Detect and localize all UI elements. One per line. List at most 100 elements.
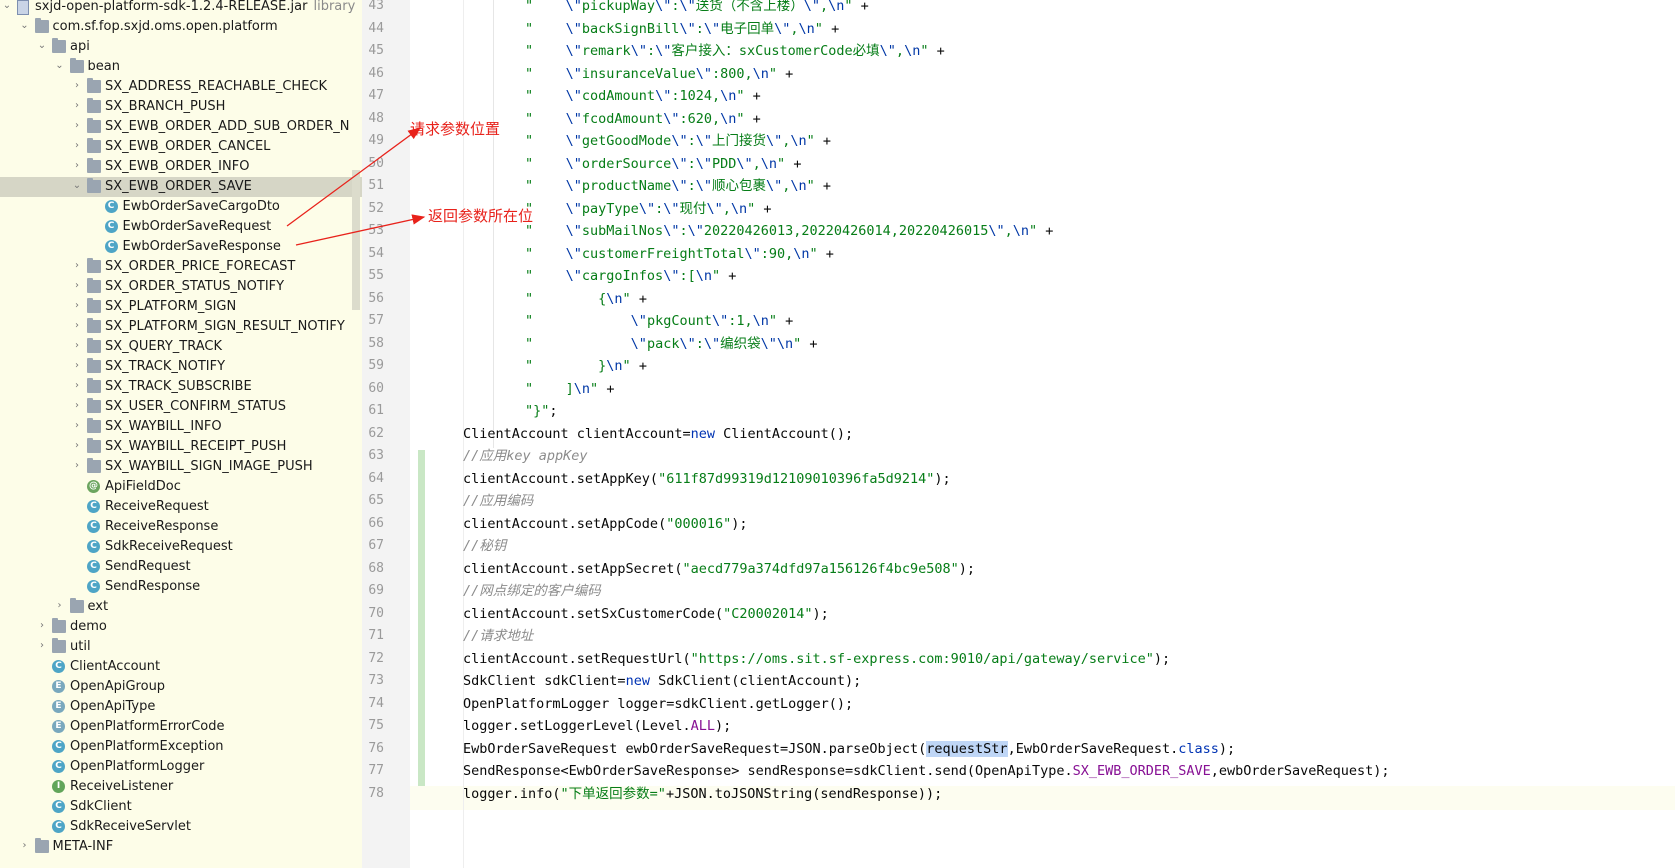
tree-row[interactable]: C EwbOrderSaveCargoDto (0, 197, 362, 217)
tree-row[interactable]: C SdkReceiveRequest (0, 537, 362, 557)
tree-row[interactable]: C SendResponse (0, 577, 362, 597)
tree-row[interactable]: C EwbOrderSaveRequest (0, 217, 362, 237)
code-line[interactable]: clientAccount.setAppCode("000016"); (463, 514, 748, 534)
tree-row[interactable]: C EwbOrderSaveResponse (0, 237, 362, 257)
code-line[interactable]: " \"pickupWay\":\"送货（不含上楼）\",\n" + (525, 0, 869, 16)
tree-row[interactable]: › SX_BRANCH_PUSH (0, 97, 362, 117)
chevron-right-icon[interactable]: › (71, 320, 83, 332)
tree-row[interactable]: ⌄ com.sf.fop.sxjd.oms.open.platform (0, 17, 362, 37)
tree-row[interactable]: C OpenPlatformLogger (0, 757, 362, 777)
chevron-right-icon[interactable]: › (71, 340, 83, 352)
tree-row[interactable]: C SdkReceiveServlet (0, 817, 362, 837)
tree-row[interactable]: › SX_EWB_ORDER_CANCEL (0, 137, 362, 157)
tree-row[interactable]: ⌄ sxjd-open-platform-sdk-1.2.4-RELEASE.ja… (0, 0, 362, 17)
tree-row[interactable]: C ReceiveResponse (0, 517, 362, 537)
tree-row[interactable]: I ReceiveListener (0, 777, 362, 797)
tree-row[interactable]: @ ApiFieldDoc (0, 477, 362, 497)
code-line[interactable]: clientAccount.setAppSecret("aecd779a374d… (463, 559, 975, 579)
tree-row[interactable]: › SX_PLATFORM_SIGN (0, 297, 362, 317)
tree-row[interactable]: C ClientAccount (0, 657, 362, 677)
tree-row[interactable]: › SX_ADDRESS_REACHABLE_CHECK (0, 77, 362, 97)
code-line[interactable]: " \"productName\":\"顺心包裹\",\n" + (525, 176, 831, 196)
code-line[interactable]: " \"pack\":\"编织袋\"\n" + (525, 334, 818, 354)
chevron-right-icon[interactable]: › (54, 600, 66, 612)
tree-row[interactable]: E OpenApiGroup (0, 677, 362, 697)
chevron-down-icon[interactable]: ⌄ (36, 40, 48, 52)
tree-row[interactable]: › SX_ORDER_PRICE_FORECAST (0, 257, 362, 277)
chevron-right-icon[interactable]: › (71, 440, 83, 452)
tree-row[interactable]: › SX_WAYBILL_INFO (0, 417, 362, 437)
chevron-right-icon[interactable]: › (71, 120, 83, 132)
chevron-right-icon[interactable]: › (71, 420, 83, 432)
chevron-right-icon[interactable]: › (36, 620, 48, 632)
code-line[interactable]: //秘钥 (463, 536, 506, 556)
code-line[interactable]: " \"fcodAmount\":620,\n" + (525, 109, 761, 129)
code-line[interactable]: " \"remark\":\"客户接入：sxCustomerCode必填\",\… (525, 41, 945, 61)
tree-row[interactable]: E OpenApiType (0, 697, 362, 717)
tree-row[interactable]: › META-INF (0, 837, 362, 857)
code-line[interactable]: " {\n" + (525, 289, 647, 309)
tree-row[interactable]: › util (0, 637, 362, 657)
code-line[interactable]: " \"cargoInfos\":[\n" + (525, 266, 736, 286)
chevron-right-icon[interactable]: › (71, 380, 83, 392)
tree-row[interactable]: C OpenPlatformException (0, 737, 362, 757)
tree-row[interactable]: › SX_EWB_ORDER_INFO (0, 157, 362, 177)
code-line[interactable]: " \"getGoodMode\":\"上门接货\",\n" + (525, 131, 831, 151)
code-line[interactable]: " \"codAmount\":1024,\n" + (525, 86, 761, 106)
code-line[interactable]: " \"backSignBill\":\"电子回单\",\n" + (525, 19, 839, 39)
tree-row[interactable]: › SX_WAYBILL_RECEIPT_PUSH (0, 437, 362, 457)
chevron-right-icon[interactable]: › (71, 280, 83, 292)
chevron-right-icon[interactable]: › (71, 260, 83, 272)
chevron-down-icon[interactable]: ⌄ (71, 180, 83, 192)
code-editor[interactable]: " \"pickupWay\":\"送货（不含上楼）\",\n" + " \"ba… (430, 0, 1675, 868)
tree-row[interactable]: › SX_PLATFORM_SIGN_RESULT_NOTIFY (0, 317, 362, 337)
code-line[interactable]: SdkClient sdkClient=new SdkClient(client… (463, 671, 861, 691)
tree-row[interactable]: › SX_WAYBILL_SIGN_IMAGE_PUSH (0, 457, 362, 477)
code-line[interactable]: logger.setLoggerLevel(Level.ALL); (463, 716, 731, 736)
chevron-right-icon[interactable]: › (71, 80, 83, 92)
code-line[interactable]: //应用key appKey (463, 446, 588, 466)
tree-row[interactable]: ⌄ api (0, 37, 362, 57)
tree-scrollbar[interactable] (352, 170, 360, 310)
code-line[interactable]: OpenPlatformLogger logger=sdkClient.getL… (463, 694, 853, 714)
chevron-right-icon[interactable]: › (19, 840, 31, 852)
code-line[interactable]: logger.info("下单返回参数="+JSON.toJSONString(… (463, 784, 942, 804)
tree-row[interactable]: › SX_QUERY_TRACK (0, 337, 362, 357)
chevron-right-icon[interactable]: › (36, 640, 48, 652)
tree-row[interactable]: › SX_USER_CONFIRM_STATUS (0, 397, 362, 417)
tree-row[interactable]: › SX_ORDER_STATUS_NOTIFY (0, 277, 362, 297)
code-line[interactable]: " \"customerFreightTotal\":90,\n" + (525, 244, 834, 264)
code-line[interactable]: clientAccount.setRequestUrl("https://oms… (463, 649, 1170, 669)
code-line[interactable]: " \"subMailNos\":\"20220426013,202204260… (525, 221, 1053, 241)
code-line[interactable]: " \"payType\":\"现付\",\n" + (525, 199, 772, 219)
code-line[interactable]: //应用编码 (463, 491, 533, 511)
code-line[interactable]: //网点绑定的客户编码 (463, 581, 601, 601)
tree-row[interactable]: ⌄ bean (0, 57, 362, 77)
tree-row[interactable]: › demo (0, 617, 362, 637)
tree-row[interactable]: › SX_TRACK_NOTIFY (0, 357, 362, 377)
tree-row[interactable]: C SendRequest (0, 557, 362, 577)
code-line[interactable]: clientAccount.setAppKey("611f87d99319d12… (463, 469, 951, 489)
tree-row[interactable]: E OpenPlatformErrorCode (0, 717, 362, 737)
chevron-right-icon[interactable]: › (71, 140, 83, 152)
chevron-right-icon[interactable]: › (71, 100, 83, 112)
code-line[interactable]: " \"pkgCount\":1,\n" + (525, 311, 793, 331)
chevron-right-icon[interactable]: › (71, 400, 83, 412)
code-line[interactable]: " }\n" + (525, 356, 647, 376)
code-line[interactable]: ClientAccount clientAccount=new ClientAc… (463, 424, 853, 444)
tree-row[interactable]: C ReceiveRequest (0, 497, 362, 517)
chevron-down-icon[interactable]: ⌄ (19, 20, 31, 32)
tree-row[interactable]: › SX_EWB_ORDER_ADD_SUB_ORDER_N (0, 117, 362, 137)
code-line[interactable]: //请求地址 (463, 626, 533, 646)
code-line[interactable]: " \"insuranceValue\":800,\n" + (525, 64, 793, 84)
code-line[interactable]: "}"; (525, 401, 558, 421)
code-line[interactable]: SendResponse<EwbOrderSaveResponse> sendR… (463, 761, 1390, 781)
tree-row[interactable]: ⌄ SX_EWB_ORDER_SAVE (0, 177, 362, 197)
chevron-down-icon[interactable]: ⌄ (1, 0, 13, 12)
tree-row[interactable]: › SX_TRACK_SUBSCRIBE (0, 377, 362, 397)
code-line[interactable]: EwbOrderSaveRequest ewbOrderSaveRequest=… (463, 739, 1235, 759)
chevron-right-icon[interactable]: › (71, 160, 83, 172)
tree-row[interactable]: › ext (0, 597, 362, 617)
chevron-right-icon[interactable]: › (71, 300, 83, 312)
chevron-right-icon[interactable]: › (71, 360, 83, 372)
